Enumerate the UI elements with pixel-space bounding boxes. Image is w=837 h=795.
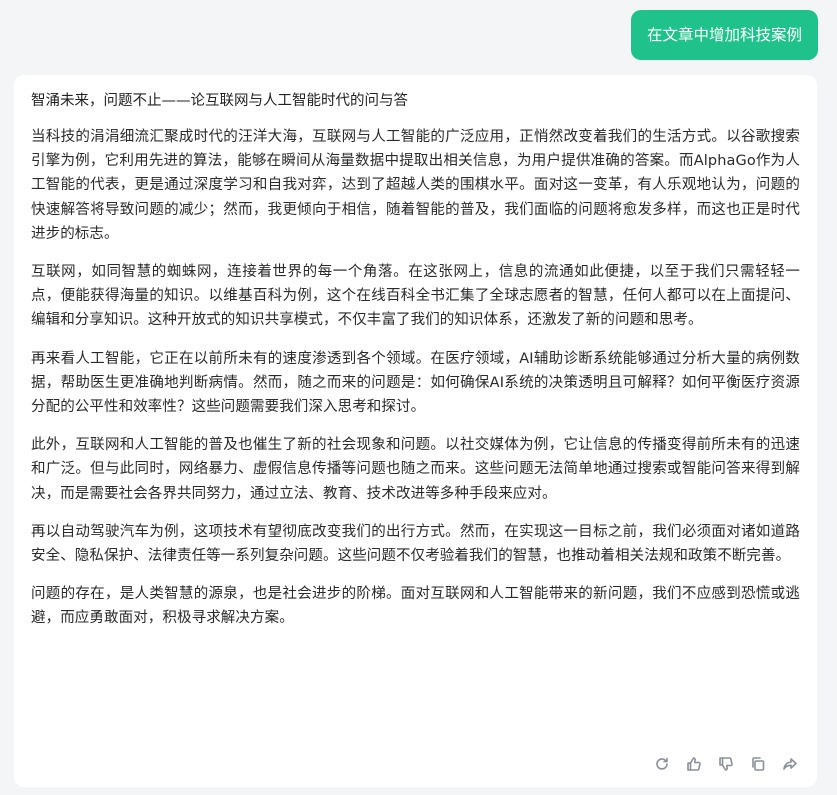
thumbs-up-icon (687, 757, 701, 771)
share-button[interactable] (781, 755, 799, 773)
copy-button[interactable] (749, 755, 767, 773)
thumbs-down-icon (719, 757, 733, 771)
regenerate-button[interactable] (653, 755, 671, 773)
share-icon (783, 758, 797, 770)
dislike-button[interactable] (717, 755, 735, 773)
answer-paragraph: 互联网，如同智慧的蜘蛛网，连接着世界的每一个角落。在这张网上，信息的流通如此便捷… (31, 264, 800, 329)
user-message-text: 在文章中增加科技案例 (646, 26, 802, 44)
answer-paragraph: 当科技的涓涓细流汇聚成时代的汪洋大海，互联网与人工智能的广泛应用，正悄然改变着我… (31, 129, 800, 242)
answer-paragraph: 再以自动驾驶汽车为例，这项技术有望彻底改变我们的出行方式。然而，在实现这一目标之… (31, 523, 800, 565)
answer-title: 智涌未来，问题不止——论互联网与人工智能时代的问与答 (31, 93, 408, 109)
like-button[interactable] (685, 755, 703, 773)
assistant-answer-card: 智涌未来，问题不止——论互联网与人工智能时代的问与答 当科技的涓涓细流汇聚成时代… (14, 75, 817, 787)
copy-icon (752, 757, 765, 771)
refresh-icon (656, 757, 668, 770)
answer-paragraph: 再来看人工智能，它正在以前所未有的速度渗透到各个领域。在医疗领域，AI辅助诊断系… (31, 350, 800, 416)
answer-paragraph: 问题的存在，是人类智慧的源泉，也是社会进步的阶梯。面对互联网和人工智能带来的新问… (31, 586, 800, 627)
user-message-bubble: 在文章中增加科技案例 (630, 10, 818, 60)
answer-paragraph: 此外，互联网和人工智能的普及也催生了新的社会现象和问题。以社交媒体为例，它让信息… (31, 437, 800, 502)
chat-area: 在文章中增加科技案例 智涌未来，问题不止——论互联网与人工智能时代的问与答 当科… (0, 0, 837, 795)
answer-action-bar (653, 755, 799, 773)
